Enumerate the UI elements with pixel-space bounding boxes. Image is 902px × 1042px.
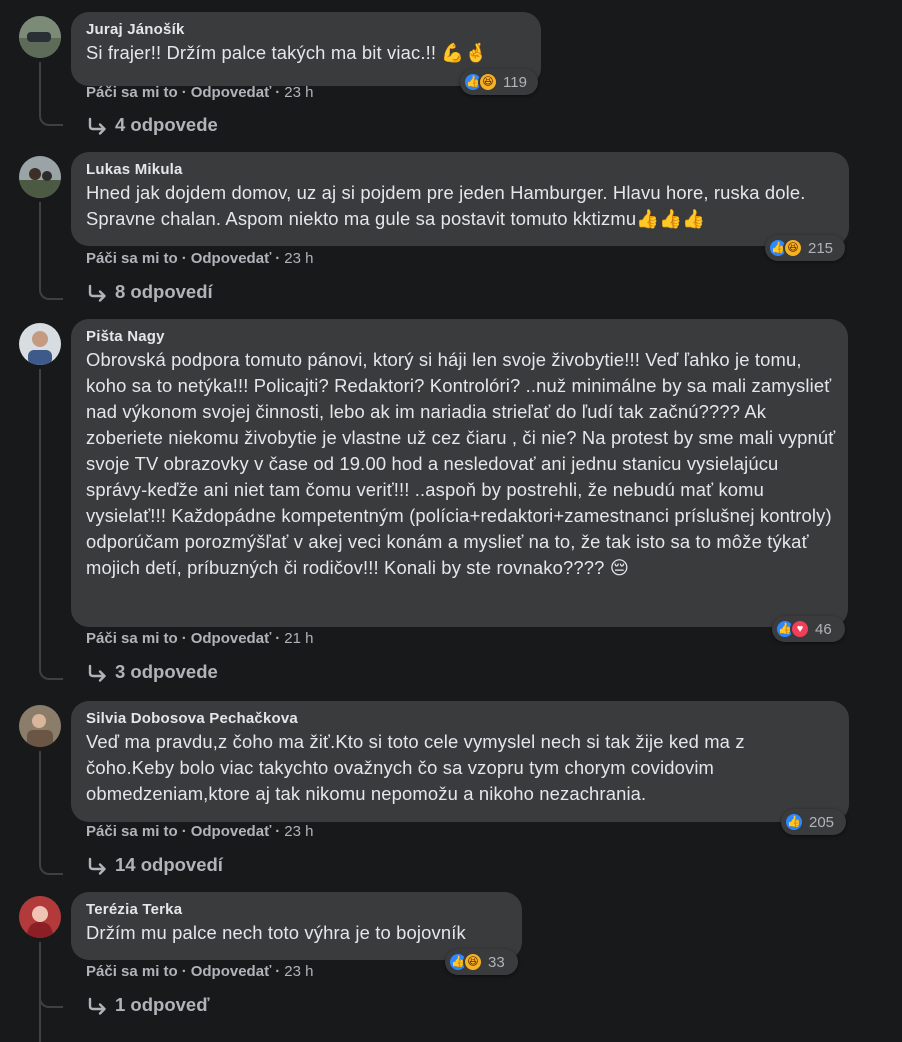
reply-button[interactable]: Odpovedať [191, 823, 272, 840]
replies-label: 8 odpovedí [115, 281, 213, 302]
comment-time[interactable]: 21 h [284, 630, 313, 647]
reply-arrow-icon [88, 284, 106, 302]
reactions-summary[interactable]: 👍 ♥ 46 [772, 616, 845, 642]
love-icon: ♥ [790, 619, 810, 639]
comment-text: Veď ma pravdu,z čoho ma žiť.Kto si toto … [86, 731, 745, 804]
replies-label: 4 odpovede [115, 114, 218, 135]
thread-elbow [39, 666, 63, 680]
reactions-summary[interactable]: 👍 😆 119 [460, 69, 538, 95]
comment-author[interactable]: Silvia Dobosova Pechačkova [86, 709, 837, 729]
comment-actions: Páči sa mi to · Odpovedať · 21 h [86, 630, 314, 647]
comment-actions: Páči sa mi to · Odpovedať · 23 h [86, 823, 314, 840]
like-button[interactable]: Páči sa mi to [86, 630, 178, 647]
view-replies-button[interactable]: 1 odpoveď [87, 993, 210, 1017]
reaction-count: 119 [503, 73, 527, 91]
thread-line [39, 202, 41, 286]
comment-author[interactable]: Juraj Jánošík [86, 20, 529, 40]
reaction-count: 205 [809, 813, 835, 831]
thread-elbow [39, 861, 63, 875]
comment-bubble: Lukas Mikula Hned jak dojdem domov, uz a… [71, 152, 849, 246]
like-button[interactable]: Páči sa mi to [86, 250, 178, 267]
avatar[interactable] [19, 896, 61, 938]
comment-text: Si frajer!! Držím palce takých ma bit vi… [86, 42, 488, 63]
comment-author[interactable]: Terézia Terka [86, 900, 510, 920]
comment-text: Držím mu palce nech toto výhra je to boj… [86, 922, 466, 943]
reply-button[interactable]: Odpovedať [191, 963, 272, 980]
comment-bubble: Silvia Dobosova Pechačkova Veď ma pravdu… [71, 701, 849, 822]
reply-button[interactable]: Odpovedať [191, 630, 272, 647]
reply-arrow-icon [88, 997, 106, 1015]
reply-button[interactable]: Odpovedať [191, 84, 272, 101]
reply-button[interactable]: Odpovedať [191, 250, 272, 267]
avatar[interactable] [19, 16, 61, 58]
comment-time[interactable]: 23 h [284, 84, 313, 101]
comment-author[interactable]: Lukas Mikula [86, 160, 837, 180]
like-button[interactable]: Páči sa mi to [86, 963, 178, 980]
reactions-summary[interactable]: 👍 205 [781, 809, 846, 835]
comment-time[interactable]: 23 h [284, 250, 313, 267]
comment-actions: Páči sa mi to · Odpovedať · 23 h [86, 84, 314, 101]
avatar[interactable] [19, 156, 61, 198]
thread-line [39, 62, 41, 112]
thread-elbow [39, 286, 63, 300]
comment-actions: Páči sa mi to · Odpovedať · 23 h [86, 963, 314, 980]
thread-line [39, 751, 41, 861]
comment-bubble: Pišta Nagy Obrovská podpora tomuto pánov… [71, 319, 848, 627]
view-replies-button[interactable]: 3 odpovede [87, 660, 218, 684]
like-button[interactable]: Páči sa mi to [86, 84, 178, 101]
comment-time[interactable]: 23 h [284, 823, 313, 840]
haha-icon: 😆 [478, 72, 498, 92]
thread-line [39, 942, 41, 1042]
thread-line [39, 369, 41, 666]
comment-actions: Páči sa mi to · Odpovedať · 23 h [86, 250, 314, 267]
replies-label: 3 odpovede [115, 661, 218, 682]
reply-arrow-icon [88, 117, 106, 135]
avatar[interactable] [19, 323, 61, 365]
comment-text: Obrovská podpora tomuto pánovi, ktorý si… [86, 349, 836, 578]
view-replies-button[interactable]: 8 odpovedí [87, 280, 213, 304]
comment-text: Hned jak dojdem domov, uz aj si pojdem p… [86, 182, 806, 229]
haha-icon: 😆 [783, 238, 803, 258]
view-replies-button[interactable]: 4 odpovede [87, 113, 218, 137]
thread-elbow [39, 994, 63, 1008]
reply-arrow-icon [88, 857, 106, 875]
reactions-summary[interactable]: 👍 😆 215 [765, 235, 845, 261]
comment-time[interactable]: 23 h [284, 963, 313, 980]
like-button[interactable]: Páči sa mi to [86, 823, 178, 840]
replies-label: 1 odpoveď [115, 994, 210, 1015]
like-icon: 👍 [784, 812, 804, 832]
reply-arrow-icon [88, 664, 106, 682]
view-replies-button[interactable]: 14 odpovedí [87, 853, 223, 877]
avatar[interactable] [19, 705, 61, 747]
reaction-count: 33 [488, 953, 505, 971]
replies-label: 14 odpovedí [115, 854, 223, 875]
reaction-count: 215 [808, 239, 834, 257]
reaction-count: 46 [815, 620, 832, 638]
reactions-summary[interactable]: 👍 😆 33 [445, 949, 518, 975]
comment-author[interactable]: Pišta Nagy [86, 327, 836, 347]
thread-elbow [39, 112, 63, 126]
haha-icon: 😆 [463, 952, 483, 972]
